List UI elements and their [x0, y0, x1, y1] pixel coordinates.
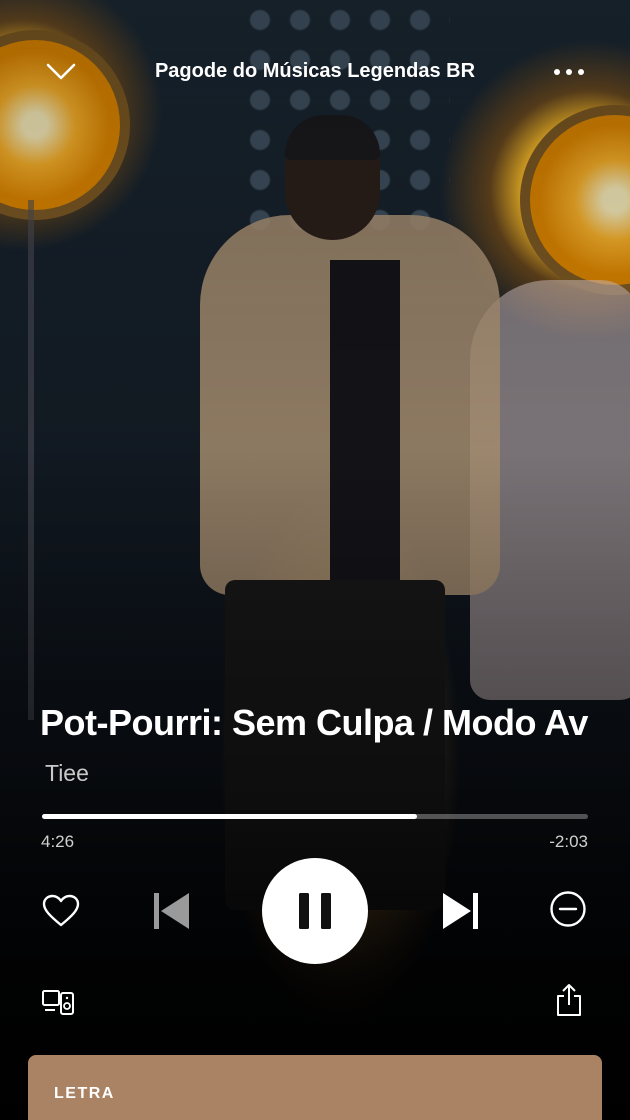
next-button[interactable] [436, 886, 486, 936]
now-playing-screen: Pagode do Músicas Legendas BR Pot-Pourri… [0, 0, 630, 1120]
share-icon [557, 984, 581, 1016]
progress-bar-fill [42, 814, 418, 819]
previous-button[interactable] [146, 886, 196, 936]
skip-previous-icon [154, 893, 189, 929]
more-options-button[interactable] [544, 54, 594, 90]
skip-next-icon [443, 893, 478, 929]
lyrics-card[interactable]: LETRA [28, 1055, 602, 1120]
pause-button[interactable] [262, 858, 368, 964]
more-options-icon [554, 69, 584, 75]
track-title[interactable]: Pot-Pourri: Sem Culpa / Modo Av [40, 702, 600, 744]
elapsed-time: 4:26 [41, 832, 75, 851]
like-button[interactable] [38, 888, 84, 934]
chevron-down-icon [46, 63, 76, 80]
track-artist[interactable]: Tiee [45, 760, 89, 787]
connect-devices-button[interactable] [38, 984, 78, 1020]
connect-devices-icon [42, 990, 74, 1015]
collapse-button[interactable] [38, 52, 84, 92]
pause-icon [299, 893, 331, 929]
minus-circle-icon [550, 891, 586, 927]
remaining-time: -2:03 [549, 832, 588, 851]
progress-bar[interactable] [42, 814, 588, 819]
share-button[interactable] [550, 980, 588, 1020]
playlist-title: Pagode do Músicas Legendas BR [154, 60, 476, 82]
hide-song-button[interactable] [545, 886, 591, 932]
heart-icon [42, 894, 80, 927]
player-header: Pagode do Músicas Legendas BR [0, 40, 630, 104]
lyrics-label: LETRA [54, 1085, 115, 1102]
